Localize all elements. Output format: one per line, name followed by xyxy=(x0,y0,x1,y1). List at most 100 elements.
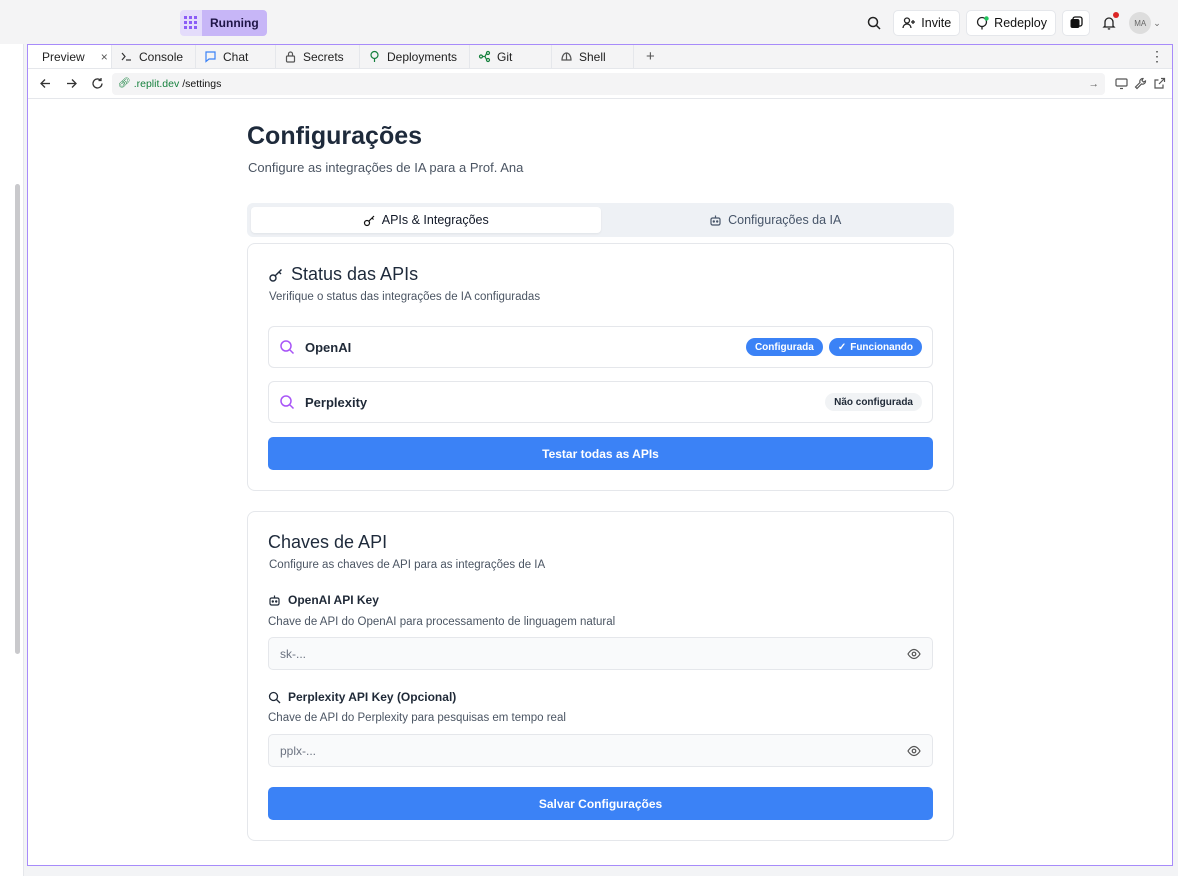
tab-bar: Preview × Console Chat Secrets Deploymen… xyxy=(28,45,1172,69)
grid-icon[interactable] xyxy=(180,10,202,36)
api-row-openai: OpenAI Configurada ✓ Funcionando xyxy=(268,326,933,368)
git-icon xyxy=(478,50,491,63)
left-panel-edge xyxy=(0,44,24,876)
search-icon[interactable] xyxy=(861,10,887,36)
settings-tabs: APIs & Integrações Configurações da IA xyxy=(247,203,954,237)
tab-label: Deployments xyxy=(387,49,458,64)
notification-dot xyxy=(1113,12,1119,18)
top-bar: Running Invite Redeploy MA ⌄ xyxy=(0,0,1178,44)
card-title-text: Status das APIs xyxy=(291,264,419,284)
settings-page: Configurações Configure as integrações d… xyxy=(28,100,1172,865)
page-subtitle: Configure as integrações de IA para a Pr… xyxy=(248,160,524,175)
running-button[interactable]: Running xyxy=(202,10,267,36)
key-icon xyxy=(269,268,282,282)
status-badge: Não configurada xyxy=(825,393,922,411)
run-control: Running xyxy=(180,10,267,36)
status-badge-label: Funcionando xyxy=(850,341,913,353)
tab-chat[interactable]: Chat xyxy=(196,45,276,68)
tab-apis-integrations[interactable]: APIs & Integrações xyxy=(251,207,601,233)
check-icon: ✓ xyxy=(837,341,847,353)
invite-button[interactable]: Invite xyxy=(893,10,961,36)
copy-icon[interactable] xyxy=(1062,10,1090,36)
api-status-card: Status das APIs Verifique o status das i… xyxy=(247,243,954,491)
redeploy-button[interactable]: Redeploy xyxy=(966,10,1056,36)
deploy-icon xyxy=(977,16,989,30)
segment-label: Configurações da IA xyxy=(728,213,842,227)
card-description: Verifique o status das integrações de IA… xyxy=(269,291,541,303)
redeploy-label: Redeploy xyxy=(994,16,1047,30)
input-placeholder: sk-... xyxy=(280,646,306,661)
field-label-text: Perplexity API Key (Opcional) xyxy=(288,690,457,704)
card-title-text: Chaves de API xyxy=(268,532,388,552)
tab-git[interactable]: Git xyxy=(470,45,552,68)
shell-icon xyxy=(561,52,572,61)
link-icon: 🔗︎ xyxy=(118,78,131,89)
tab-console[interactable]: Console xyxy=(112,45,196,68)
close-icon[interactable]: × xyxy=(101,50,108,64)
card-title: Status das APIs xyxy=(268,264,418,285)
url-path: /settings xyxy=(182,77,222,90)
card-title: Chaves de API xyxy=(268,532,387,553)
bot-icon xyxy=(269,595,280,606)
status-badge: Configurada xyxy=(745,338,823,356)
device-icon[interactable] xyxy=(1115,77,1128,90)
more-options-icon[interactable]: ⋮ xyxy=(1142,45,1172,68)
status-badge: ✓ Funcionando xyxy=(828,338,922,356)
tab-label: Secrets xyxy=(303,49,344,64)
preview-panel: Preview × Console Chat Secrets Deploymen… xyxy=(27,44,1173,866)
api-row-perplexity: Perplexity Não configurada xyxy=(268,381,933,423)
openai-key-label: OpenAI API Key xyxy=(268,593,379,607)
test-all-apis-button[interactable]: Testar todas as APIs xyxy=(268,437,933,470)
terminal-icon xyxy=(121,52,131,61)
url-field[interactable]: 🔗︎ .replit.dev/settings → xyxy=(112,72,1105,95)
account-menu[interactable]: MA ⌄ xyxy=(1128,10,1162,36)
openai-key-help: Chave de API do OpenAI para processament… xyxy=(268,616,616,628)
eye-icon[interactable] xyxy=(907,744,921,758)
perplexity-key-help: Chave de API do Perplexity para pesquisa… xyxy=(268,712,566,724)
api-name: OpenAI xyxy=(305,339,352,355)
add-tab-button[interactable]: + xyxy=(634,45,667,68)
tab-label: Console xyxy=(139,49,184,64)
tab-shell[interactable]: Shell xyxy=(552,45,634,68)
tab-label: Git xyxy=(497,49,513,64)
back-icon[interactable] xyxy=(34,73,56,95)
tab-deployments[interactable]: Deployments xyxy=(360,45,470,68)
search-icon xyxy=(268,691,281,703)
tab-label: Shell xyxy=(579,49,606,64)
forward-icon[interactable] xyxy=(60,73,82,95)
save-settings-button[interactable]: Salvar Configurações xyxy=(268,787,933,820)
reload-icon[interactable] xyxy=(86,73,108,95)
deployments-icon xyxy=(370,50,379,62)
external-link-icon[interactable] xyxy=(1153,77,1166,90)
segment-label: APIs & Integrações xyxy=(381,213,489,227)
tab-ai-config[interactable]: Configurações da IA xyxy=(601,207,951,233)
bot-icon xyxy=(710,215,721,226)
go-arrow-icon[interactable]: → xyxy=(1089,78,1100,90)
bell-icon[interactable] xyxy=(1096,10,1122,36)
tab-preview[interactable]: Preview × xyxy=(28,45,112,68)
perplexity-key-input[interactable]: pplx-... xyxy=(268,734,933,767)
api-name: Perplexity xyxy=(305,394,368,410)
card-description: Configure as chaves de API para as integ… xyxy=(269,559,546,571)
lock-icon xyxy=(285,51,296,63)
key-icon xyxy=(363,215,375,226)
search-icon xyxy=(280,395,295,410)
add-user-icon xyxy=(902,17,916,29)
eye-icon[interactable] xyxy=(907,647,921,661)
avatar: MA xyxy=(1129,12,1152,34)
page-title: Configurações xyxy=(247,122,423,150)
tab-secrets[interactable]: Secrets xyxy=(276,45,360,68)
input-placeholder: pplx-... xyxy=(280,743,317,758)
field-label-text: OpenAI API Key xyxy=(288,593,379,607)
search-icon xyxy=(280,340,295,355)
openai-key-input[interactable]: sk-... xyxy=(268,637,933,670)
tab-label: Chat xyxy=(223,49,249,64)
tab-label: Preview xyxy=(42,49,85,64)
api-keys-card: Chaves de API Configure as chaves de API… xyxy=(247,511,954,841)
wrench-icon[interactable] xyxy=(1134,77,1147,90)
url-bar: 🔗︎ .replit.dev/settings → xyxy=(28,69,1172,99)
scrollbar[interactable] xyxy=(15,184,20,654)
invite-label: Invite xyxy=(921,16,952,30)
chat-icon xyxy=(205,51,216,63)
perplexity-key-label: Perplexity API Key (Opcional) xyxy=(268,690,456,704)
